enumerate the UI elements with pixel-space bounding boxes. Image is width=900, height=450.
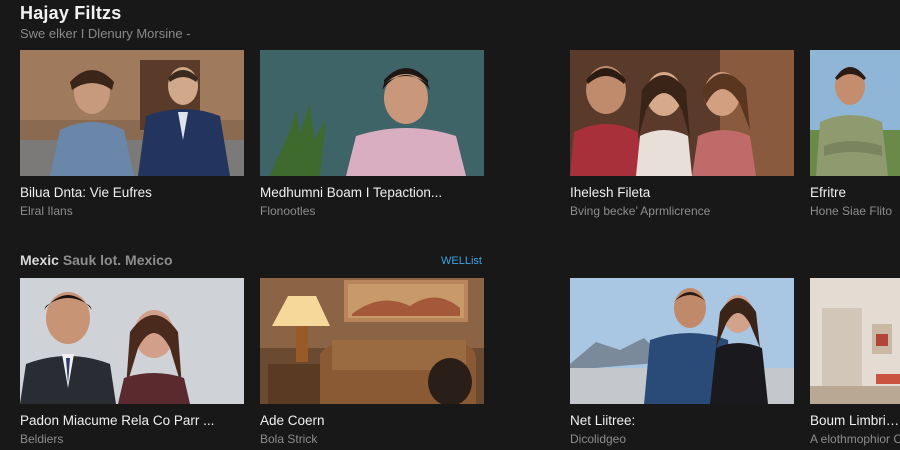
two-people-outdoors-thumbnail xyxy=(20,50,244,176)
section-title-secondary: Sauk lot. Mexico xyxy=(62,252,173,268)
card-title: Medhumni Boam I Tepaction... xyxy=(260,185,443,200)
movie-card-6[interactable]: Ade Coern Bola Strick xyxy=(260,278,484,446)
card-title: Ihelesh Fileta xyxy=(570,185,651,200)
section-title-main: Mexic xyxy=(20,252,59,268)
card-subtitle: Bving becke’ Aprmlicrence xyxy=(570,204,711,218)
group-of-three-thumbnail xyxy=(570,50,794,176)
card-title: Ade Coern xyxy=(260,413,325,428)
card-title: Bilua Dnta: Vie Eufres xyxy=(20,185,152,200)
card-subtitle: Beldiers xyxy=(20,432,64,446)
section-title: Mexic Sauk lot. Mexico xyxy=(20,252,173,268)
page-subtitle: Swe elker I Dlenury Morsine - xyxy=(20,26,191,41)
card-subtitle: Flonootles xyxy=(260,204,316,218)
card-subtitle: Dicolidgeo xyxy=(570,432,627,446)
card-subtitle: Elral Ilans xyxy=(20,204,73,218)
movie-browse-page: Hajay Filtzs Swe elker I Dlenury Morsine… xyxy=(0,0,900,450)
movie-card-2[interactable]: Medhumni Boam I Tepaction... Flonootles xyxy=(260,50,484,218)
movie-card-1[interactable]: Bilua Dnta: Vie Eufres Elral Ilans xyxy=(20,50,244,218)
card-title: Boum Limbries xyxy=(810,413,900,428)
movie-card-5[interactable]: Padon Miacume Rela Co Parr ... Beldiers xyxy=(20,278,244,446)
see-all-link[interactable]: WELList xyxy=(441,255,482,267)
card-subtitle: A elothmophior Co xyxy=(810,432,900,446)
white-interior-thumbnail xyxy=(810,278,900,404)
card-title: Net Liitree: xyxy=(570,413,636,428)
movie-card-7[interactable]: Net Liitree: Dicolidgeo xyxy=(570,278,794,446)
card-subtitle: Bola Strick xyxy=(260,432,318,446)
couple-by-sea-thumbnail xyxy=(570,278,794,404)
page-title: Hajay Filtzs xyxy=(20,3,122,23)
man-pink-shirt-thumbnail xyxy=(260,50,484,176)
living-room-lamp-thumbnail xyxy=(260,278,484,404)
movie-card-3[interactable]: Ihelesh Fileta Bving becke’ Aprmlicrence xyxy=(570,50,794,218)
movie-card-8[interactable]: Boum Limbries A elothmophior Co xyxy=(810,278,900,446)
man-arms-crossed-thumbnail xyxy=(810,50,900,176)
card-title: Efritre xyxy=(810,185,847,200)
card-subtitle: Hone Siae Flito xyxy=(810,204,893,218)
card-title: Padon Miacume Rela Co Parr ... xyxy=(20,413,215,428)
man-and-woman-portrait-thumbnail xyxy=(20,278,244,404)
movie-card-4[interactable]: Efritre Hone Siae Flito xyxy=(810,50,900,218)
